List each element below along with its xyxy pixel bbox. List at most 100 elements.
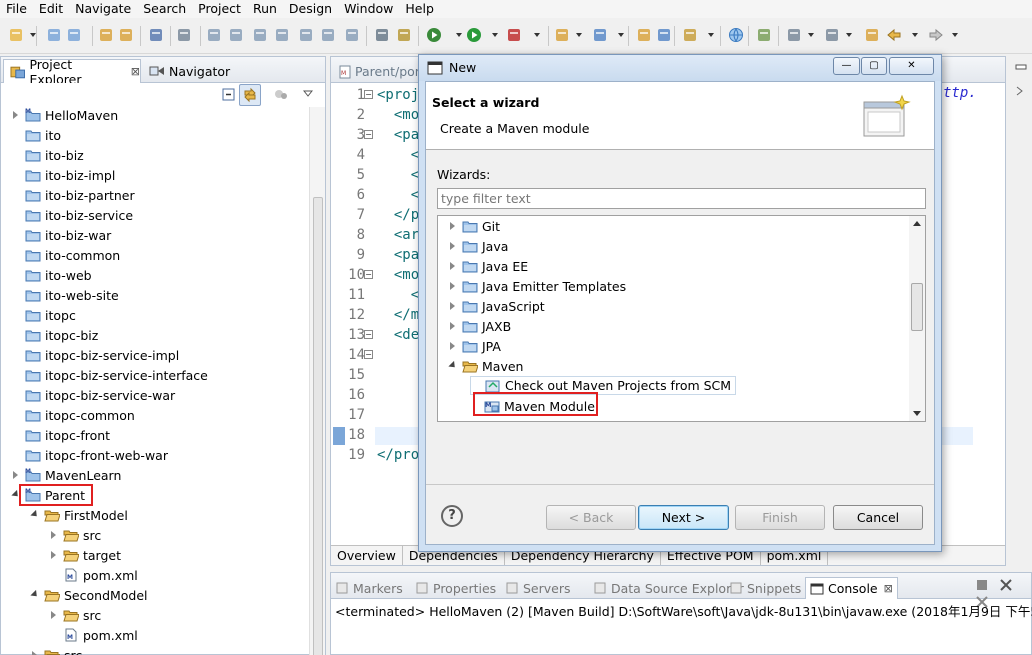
tree-item[interactable]: src [49, 525, 101, 545]
wizard-tree-item[interactable]: JavaScript [448, 296, 545, 316]
dropdown-arrow-icon[interactable] [846, 33, 852, 37]
console-tab-data-source-explorer[interactable]: Data Source Explorer [593, 577, 744, 599]
annotation-icon[interactable] [756, 27, 772, 43]
console-tab-servers[interactable]: Servers [505, 577, 571, 599]
tree-item[interactable]: FirstModel [30, 505, 128, 525]
link-with-editor-button[interactable] [239, 84, 261, 106]
wizard-tree-item[interactable]: Java [448, 236, 508, 256]
console-tab-snippets[interactable]: Snippets [729, 577, 801, 599]
close-icon[interactable]: ⊠ [884, 582, 893, 595]
collapsed-arrow-icon[interactable] [49, 550, 59, 560]
collapsed-arrow-icon[interactable] [11, 110, 21, 120]
menu-help[interactable]: Help [399, 0, 440, 18]
tree-item[interactable]: Mpom.xml [49, 625, 138, 645]
collapsed-arrow-icon[interactable] [11, 470, 21, 480]
dropdown-arrow-icon[interactable] [492, 33, 498, 37]
dropdown-arrow-icon[interactable] [534, 33, 540, 37]
next-button[interactable]: Next > [638, 505, 729, 530]
fold-toggle-icon[interactable]: − [364, 330, 373, 339]
save-all-icon[interactable] [66, 27, 82, 43]
wizard-tree-item[interactable]: Java EE [448, 256, 528, 276]
tree-item[interactable]: ito-biz-service [11, 205, 133, 225]
new-icon[interactable] [8, 27, 24, 43]
collapsed-arrow-icon[interactable] [49, 530, 59, 540]
explorer-scrollbar[interactable] [309, 107, 325, 655]
editor-tab-pom[interactable]: M Parent/pom [335, 61, 427, 83]
fold-toggle-icon[interactable]: − [364, 90, 373, 99]
menu-file[interactable]: File [0, 0, 33, 18]
last-edit-icon[interactable] [864, 27, 880, 43]
expanded-arrow-icon[interactable] [30, 510, 40, 520]
skip-breakpoints-icon[interactable] [176, 27, 192, 43]
console-tab-console[interactable]: Console ⊠ [805, 577, 898, 599]
web-browser-icon[interactable] [728, 27, 744, 43]
menu-project[interactable]: Project [192, 0, 247, 18]
tree-item[interactable]: src [49, 605, 101, 625]
console-tab-markers[interactable]: Markers [335, 577, 403, 599]
next-annotation-icon[interactable] [786, 27, 802, 43]
tree-item[interactable]: itopc-biz-service-interface [11, 365, 208, 385]
step-into-icon[interactable] [298, 27, 314, 43]
tree-item[interactable]: ito [11, 125, 61, 145]
fold-toggle-icon[interactable]: − [364, 270, 373, 279]
tree-item[interactable]: src [30, 645, 82, 655]
collapsed-arrow-icon[interactable] [448, 301, 458, 311]
tree-item[interactable]: itopc-biz-service-impl [11, 345, 179, 365]
scrollbar-thumb[interactable] [911, 283, 923, 331]
remove-launch-icon[interactable] [999, 578, 1013, 592]
use-step-filters-icon[interactable] [396, 27, 412, 43]
disconnect-icon[interactable] [274, 27, 290, 43]
build-icon[interactable] [98, 27, 114, 43]
close-button[interactable]: ✕ [889, 57, 934, 75]
collapsed-arrow-icon[interactable] [448, 321, 458, 331]
new-class-icon[interactable] [592, 27, 608, 43]
resume-icon[interactable] [206, 27, 222, 43]
collapsed-arrow-icon[interactable] [448, 281, 458, 291]
finish-button[interactable]: Finish [735, 505, 825, 530]
help-button[interactable]: ? [441, 505, 463, 527]
dropdown-arrow-icon[interactable] [952, 33, 958, 37]
back-button[interactable]: < Back [546, 505, 636, 530]
tree-item[interactable]: target [49, 545, 121, 565]
debug-icon[interactable] [426, 27, 442, 43]
search-icon[interactable] [682, 27, 698, 43]
collapsed-arrow-icon[interactable] [448, 261, 458, 271]
fold-toggle-icon[interactable]: − [364, 350, 373, 359]
menu-run[interactable]: Run [247, 0, 283, 18]
run-icon[interactable] [466, 27, 482, 43]
collapsed-arrow-icon[interactable] [448, 241, 458, 251]
wizard-tree-item[interactable]: Git [448, 216, 500, 236]
menu-search[interactable]: Search [137, 0, 192, 18]
tree-item[interactable]: ito-biz-impl [11, 165, 115, 185]
minimize-view-icon[interactable] [1014, 60, 1028, 74]
drop-frame-icon[interactable] [374, 27, 390, 43]
run-external-icon[interactable] [506, 27, 522, 43]
expanded-arrow-icon[interactable] [448, 361, 458, 371]
new-server-icon[interactable] [554, 27, 570, 43]
tab-project-explorer[interactable]: Project Explorer ⊠ [3, 57, 141, 87]
tree-item[interactable]: ito-web [11, 265, 92, 285]
forward-icon[interactable] [928, 27, 944, 43]
dropdown-arrow-icon[interactable] [576, 33, 582, 37]
tree-item[interactable]: itopc-biz [11, 325, 98, 345]
open-type-icon[interactable] [636, 27, 652, 43]
editor-page-tab[interactable]: Overview [331, 546, 403, 565]
tree-item[interactable]: M MavenLearn [11, 465, 121, 485]
filter-icon[interactable] [273, 87, 289, 103]
wizard-tree-item[interactable]: JPA [448, 336, 501, 356]
dropdown-arrow-icon[interactable] [808, 33, 814, 37]
dropdown-arrow-icon[interactable] [618, 33, 624, 37]
tree-item[interactable]: ito-biz-war [11, 225, 111, 245]
tree-item[interactable]: Mpom.xml [49, 565, 138, 585]
dropdown-arrow-icon[interactable] [912, 33, 918, 37]
tree-item[interactable]: SecondModel [30, 585, 148, 605]
view-menu-icon[interactable] [303, 90, 313, 98]
tree-item[interactable]: ito-biz [11, 145, 84, 165]
dropdown-arrow-icon[interactable] [30, 33, 36, 37]
wizard-tree-item[interactable]: JAXB [448, 316, 511, 336]
step-return-icon[interactable] [344, 27, 360, 43]
collapse-all-icon[interactable] [221, 87, 237, 103]
close-icon[interactable]: ⊠ [131, 65, 140, 78]
menu-navigate[interactable]: Navigate [69, 0, 137, 18]
collapsed-arrow-icon[interactable] [30, 650, 40, 655]
